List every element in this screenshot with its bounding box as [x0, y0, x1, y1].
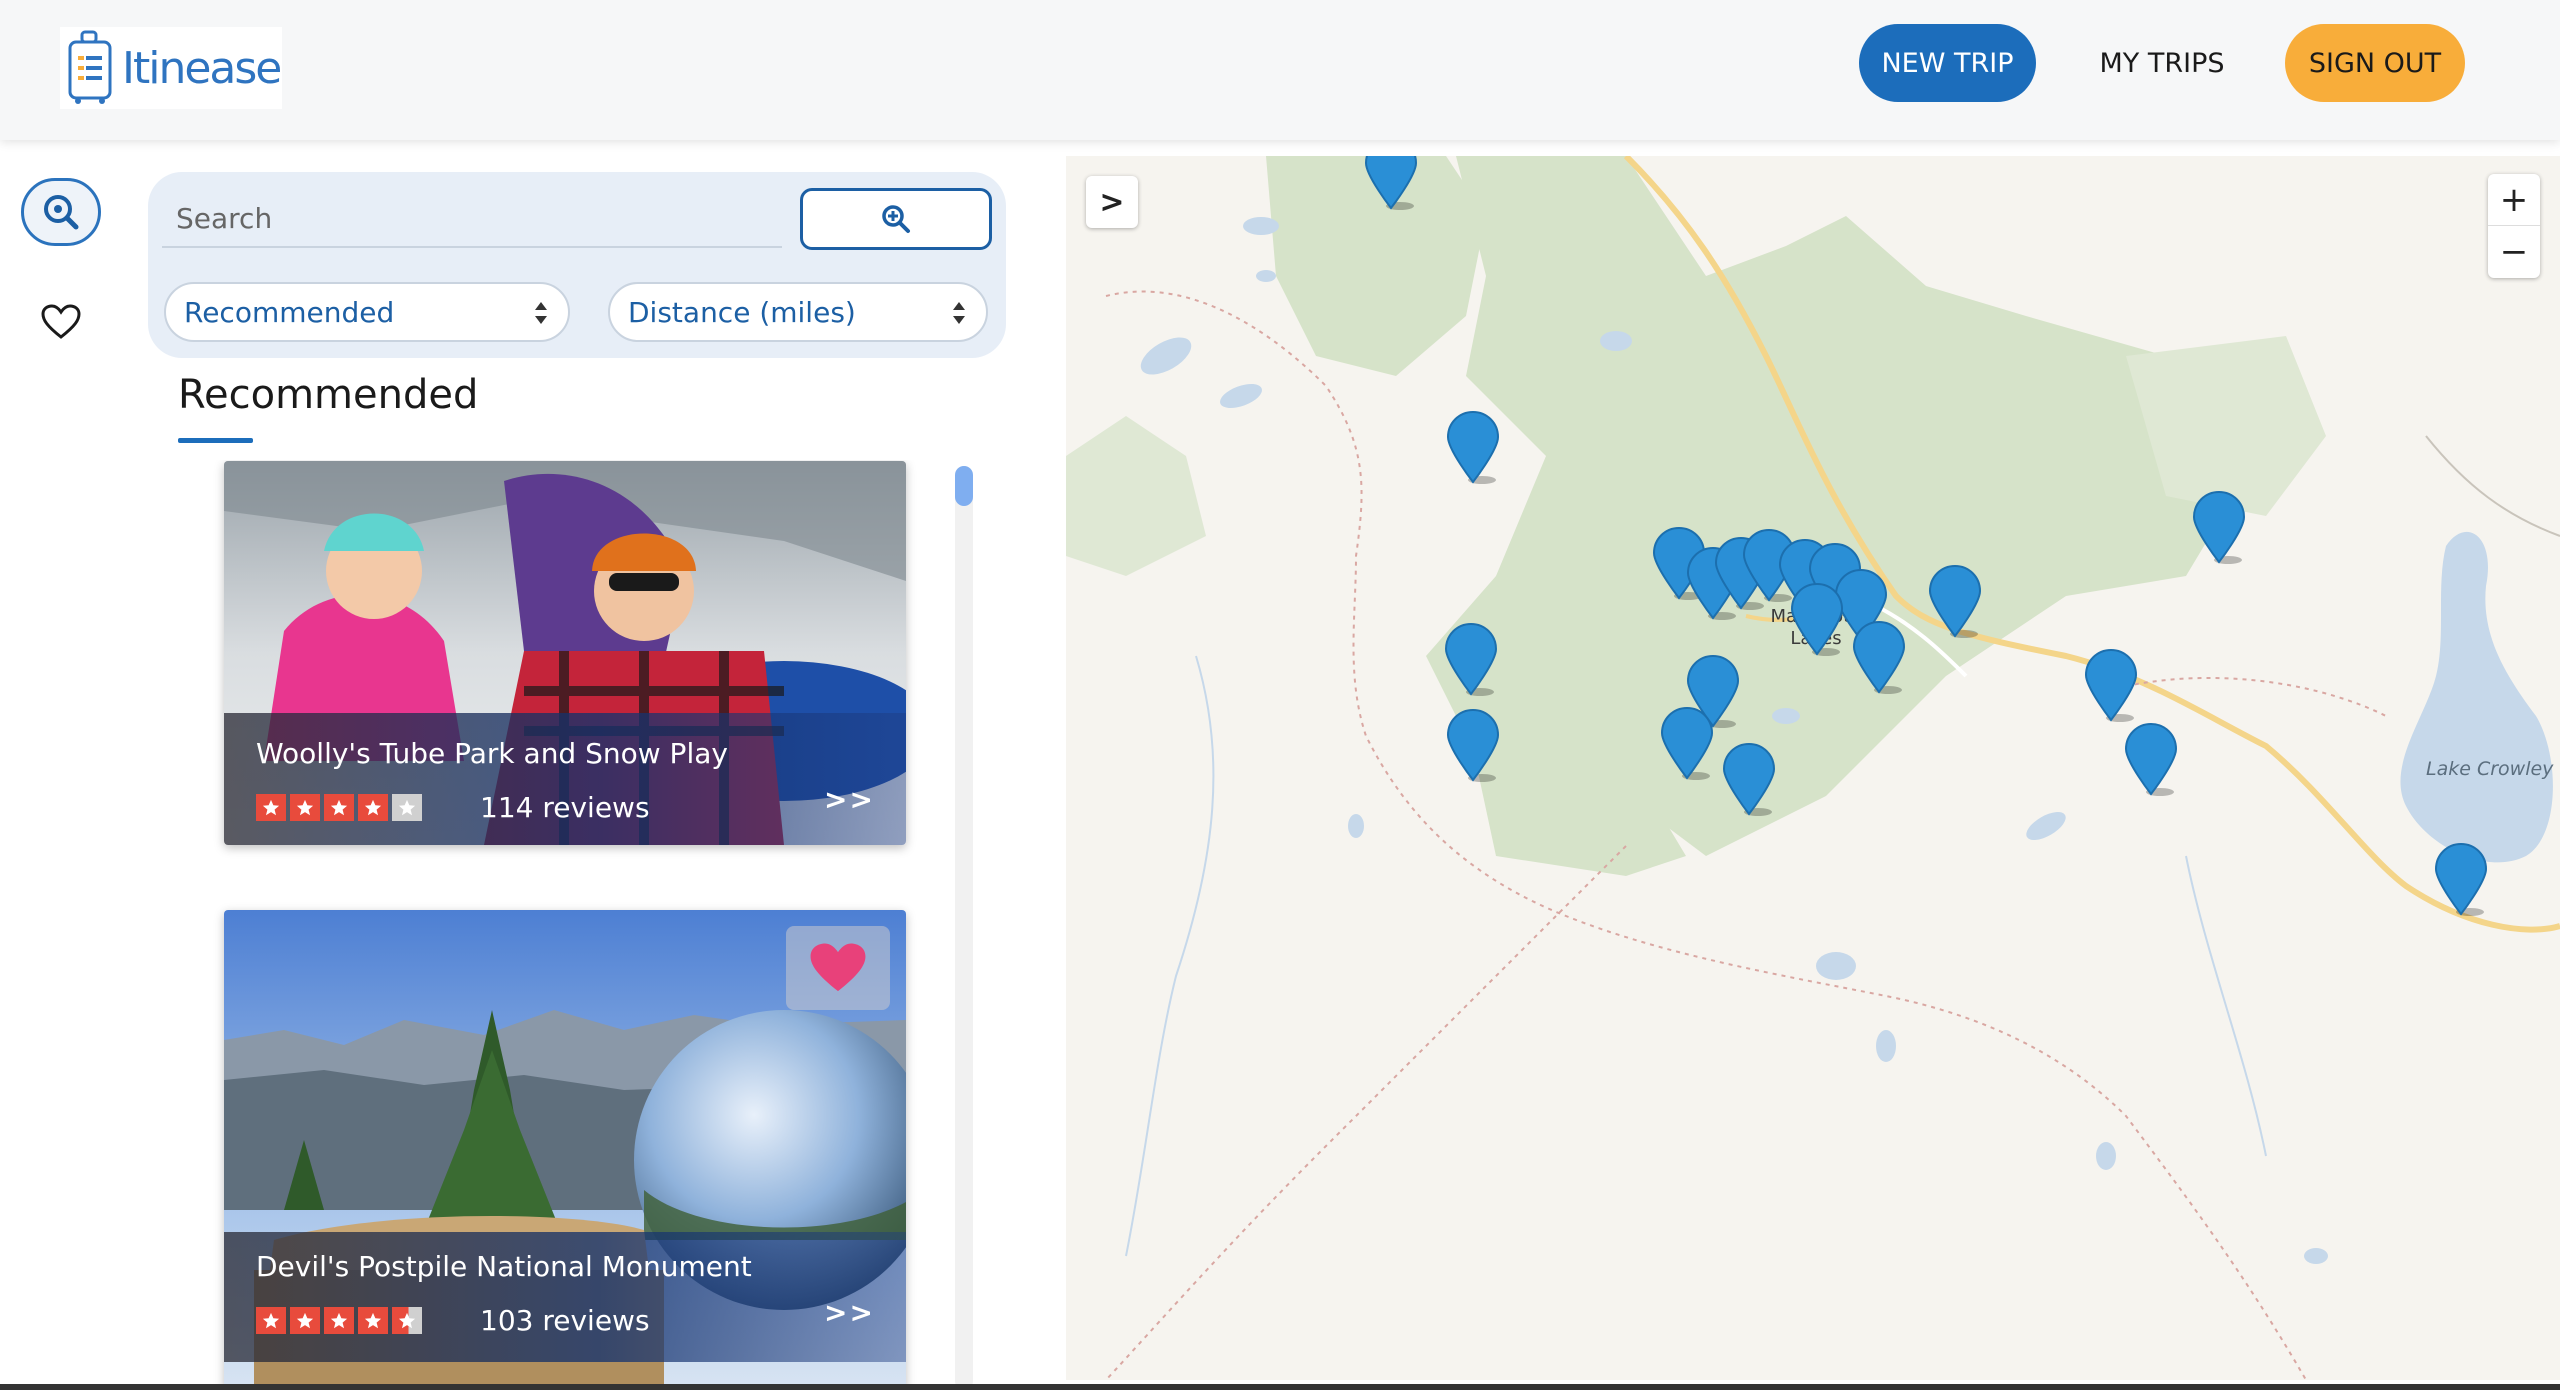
- search-icon: [44, 195, 79, 230]
- rail-favorites-button[interactable]: [36, 300, 86, 344]
- location-marker[interactable]: [2192, 490, 2246, 564]
- luggage-icon: [68, 30, 112, 104]
- star-icon: [256, 1307, 286, 1334]
- new-trip-button[interactable]: NEW TRIP: [1859, 24, 2036, 102]
- section-underline: [178, 438, 253, 443]
- star-icon: [256, 794, 286, 821]
- list-scrollbar-track[interactable]: [955, 466, 973, 1390]
- sort-select[interactable]: Recommended: [164, 282, 570, 342]
- map-panel-toggle[interactable]: >: [1086, 176, 1138, 228]
- location-marker[interactable]: [2434, 842, 2488, 916]
- updown-arrow-icon: [953, 302, 965, 324]
- app-header: Itinease NEW TRIP MY TRIPS SIGN OUT: [0, 0, 2560, 140]
- location-marker[interactable]: [1364, 156, 1418, 210]
- distance-select-value: Distance (miles): [628, 295, 856, 329]
- distance-select[interactable]: Distance (miles): [608, 282, 988, 342]
- star-icon: [358, 794, 388, 821]
- chevron-right-icon: >: [1099, 184, 1125, 220]
- location-marker[interactable]: [1790, 582, 1844, 656]
- sort-select-value: Recommended: [184, 295, 395, 329]
- review-count: 103 reviews: [480, 1304, 650, 1337]
- star-icon: [290, 794, 320, 821]
- location-marker[interactable]: [1444, 622, 1498, 696]
- list-scrollbar-thumb[interactable]: [955, 466, 973, 506]
- star-rating: [256, 794, 422, 821]
- card-overlay: [224, 713, 906, 845]
- star-half-icon: [392, 1307, 422, 1334]
- star-rating: [256, 1307, 422, 1334]
- search-panel: Recommended Distance (miles): [148, 172, 1006, 358]
- card-open-chevron[interactable]: >>: [824, 1296, 875, 1329]
- star-icon: [358, 1307, 388, 1334]
- star-icon: [324, 794, 354, 821]
- star-empty-icon: [392, 794, 422, 821]
- app-logo[interactable]: Itinease: [60, 27, 282, 109]
- sign-out-button[interactable]: SIGN OUT: [2285, 24, 2465, 102]
- results-list[interactable]: Woolly's Tube Park and Snow Play 114 rev…: [200, 460, 1000, 1385]
- result-card[interactable]: Devil's Postpile National Monument 103 r…: [224, 910, 906, 1385]
- location-marker[interactable]: [1928, 564, 1982, 638]
- star-icon: [290, 1307, 320, 1334]
- star-icon: [324, 1307, 354, 1334]
- card-open-chevron[interactable]: >>: [824, 783, 875, 816]
- result-card[interactable]: Woolly's Tube Park and Snow Play 114 rev…: [224, 461, 906, 845]
- window-bottom-edge: [0, 1384, 2560, 1390]
- card-title[interactable]: Devil's Postpile National Monument: [256, 1250, 752, 1283]
- card-title[interactable]: Woolly's Tube Park and Snow Play: [256, 737, 728, 770]
- zoom-out-button[interactable]: −: [2488, 226, 2540, 278]
- heart-filled-icon: [810, 943, 866, 992]
- favorite-toggle[interactable]: [786, 926, 890, 1010]
- review-count: 114 reviews: [480, 791, 650, 824]
- location-marker[interactable]: [1660, 706, 1714, 780]
- lake-label: Lake Crowley: [2426, 758, 2554, 780]
- location-marker[interactable]: [1852, 620, 1906, 694]
- map-view[interactable]: > + − Mammoth Lakes Lake Crowley: [1066, 156, 2560, 1380]
- logo-text: Itinease: [122, 42, 282, 94]
- heart-outline-icon: [41, 304, 81, 339]
- location-marker[interactable]: [1722, 742, 1776, 816]
- map-terrain: [1066, 156, 2560, 1380]
- search-input[interactable]: [162, 190, 782, 248]
- zoom-control: + −: [2488, 174, 2540, 278]
- section-title: Recommended: [178, 372, 479, 418]
- location-marker[interactable]: [1446, 708, 1500, 782]
- my-trips-button[interactable]: MY TRIPS: [2082, 24, 2242, 102]
- zoom-in-button[interactable]: +: [2488, 174, 2540, 226]
- updown-arrow-icon: [535, 302, 547, 324]
- zoom-search-icon: [882, 205, 910, 233]
- location-marker[interactable]: [1446, 410, 1500, 484]
- search-button[interactable]: [800, 188, 992, 250]
- location-marker[interactable]: [2124, 722, 2178, 796]
- rail-search-button[interactable]: [21, 178, 101, 246]
- location-marker[interactable]: [2084, 648, 2138, 722]
